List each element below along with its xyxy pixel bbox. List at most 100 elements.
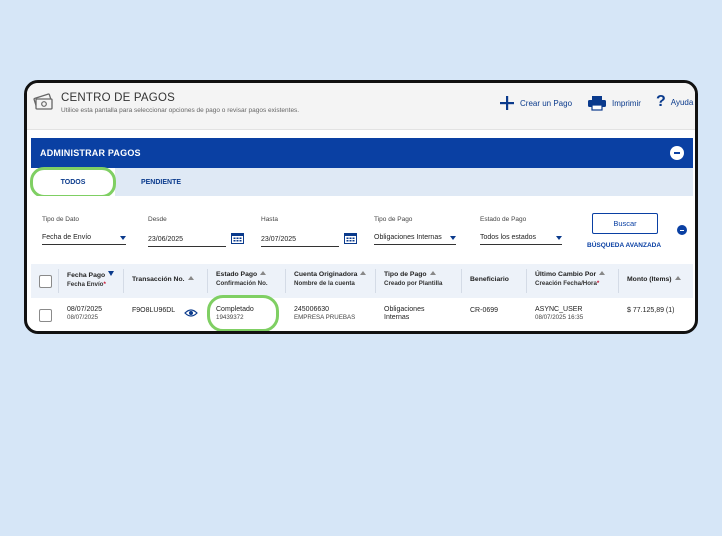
column-divider: [285, 269, 286, 293]
col-plantilla-label: Creado por Plantilla: [384, 280, 443, 287]
sort-icon: [429, 271, 436, 275]
cell-estado: Completado 19439372: [216, 306, 254, 321]
required-asterisk: *: [103, 281, 106, 288]
cuenta-value: 245006630: [294, 306, 330, 313]
cell-fecha-pago: 08/07/2025 08/07/2025: [67, 306, 102, 321]
column-divider: [526, 269, 527, 293]
table-row[interactable]: 08/07/2025 08/07/2025 F9O8LU96DL Complet…: [31, 298, 693, 331]
col-cuenta[interactable]: Cuenta Originadora Nombre de la cuenta: [294, 271, 367, 287]
advanced-search-link[interactable]: BÚSQUEDA AVANZADA: [587, 242, 661, 249]
col-monto[interactable]: Monto (Items): [627, 276, 681, 283]
page-subtitle: Utilice esta pantalla para seleccionar o…: [61, 107, 300, 114]
creacion-value: 08/07/2025 16:35: [535, 314, 584, 321]
cell-monto: $ 77.125,89 (1): [627, 307, 674, 314]
tab-todos[interactable]: TODOS: [31, 168, 115, 196]
fecha-envio-value: 08/07/2025: [67, 314, 98, 321]
data-type-select[interactable]: Fecha de Envío: [42, 232, 126, 245]
required-asterisk: *: [596, 280, 600, 287]
col-tipo-pago[interactable]: Tipo de Pago Creado por Plantilla: [384, 271, 442, 287]
col-estado-label: Estado Pago: [216, 271, 258, 278]
collapse-section-icon[interactable]: [670, 146, 684, 160]
sort-icon: [187, 276, 194, 280]
calendar-icon[interactable]: [344, 232, 357, 244]
tab-bar: TODOS PENDIENTE: [31, 168, 693, 196]
row-checkbox[interactable]: [39, 309, 52, 322]
confirmacion-value: 19439372: [216, 314, 244, 321]
payment-state-label: Estado de Pago: [480, 216, 527, 223]
from-date-value: 23/06/2025: [148, 236, 184, 243]
col-ultimo-cambio[interactable]: Último Cambio Por Creación Fecha/Hora*: [535, 271, 606, 287]
help-button[interactable]: ? Ayuda: [656, 93, 694, 110]
tab-pendiente[interactable]: PENDIENTE: [115, 168, 207, 196]
chevron-down-icon: [450, 236, 456, 240]
plus-icon: [500, 96, 514, 110]
cell-cuenta: 245006630 EMPRESA PRUEBAS: [294, 306, 355, 321]
calendar-icon[interactable]: [231, 232, 244, 244]
question-mark-icon: ?: [656, 93, 666, 110]
col-tipo-pago-label: Tipo de Pago: [384, 271, 427, 278]
sort-icon: [360, 271, 367, 275]
page-header: CENTRO DE PAGOS Utilice esta pantalla pa…: [27, 83, 695, 130]
col-beneficiario[interactable]: Beneficiario: [470, 276, 509, 283]
sort-icon: [674, 276, 681, 280]
column-divider: [375, 269, 376, 293]
payment-state-value: Todos los estados: [480, 234, 537, 241]
create-payment-label: Crear un Pago: [520, 98, 573, 108]
column-divider: [461, 269, 462, 293]
to-date-label: Hasta: [261, 216, 278, 223]
payment-state-select[interactable]: Todos los estados: [480, 232, 562, 245]
help-label: Ayuda: [670, 97, 694, 107]
column-divider: [58, 269, 59, 293]
cell-tipo-pago: Obligaciones Internas: [384, 306, 424, 321]
col-fecha-pago-label: Fecha Pago: [67, 272, 106, 279]
col-transaccion[interactable]: Transacción No.: [132, 276, 194, 283]
column-divider: [207, 269, 208, 293]
col-nombre-cuenta-label: Nombre de la cuenta: [294, 280, 355, 287]
to-date-input[interactable]: 23/07/2025: [261, 233, 357, 247]
col-fecha-envio-label: Fecha Envío: [67, 281, 104, 288]
beneficiario-value: CR-0699: [470, 307, 499, 314]
create-payment-button[interactable]: Crear un Pago: [499, 95, 572, 111]
column-divider: [123, 269, 124, 293]
select-all-checkbox[interactable]: [39, 275, 52, 288]
tipo-pago-value-line2: Internas: [384, 314, 410, 321]
transaccion-value: F9O8LU96DL: [132, 307, 176, 314]
col-transaccion-label: Transacción No.: [132, 276, 185, 283]
cell-beneficiario: CR-0699: [470, 307, 498, 314]
sort-icon: [599, 271, 606, 275]
print-label: Imprimir: [612, 98, 641, 108]
print-button[interactable]: Imprimir: [587, 95, 641, 111]
ultimo-cambio-value: ASYNC_USER: [535, 306, 583, 313]
from-date-label: Desde: [148, 216, 167, 223]
sort-desc-icon: [108, 271, 115, 276]
filter-bar: Tipo de Dato Fecha de Envío Desde 23/06/…: [31, 196, 693, 258]
from-date-input[interactable]: 23/06/2025: [148, 233, 244, 247]
data-type-value: Fecha de Envío: [42, 234, 92, 241]
printer-icon: [588, 96, 606, 111]
col-confirmacion-label: Confirmación No.: [216, 280, 268, 287]
to-date-value: 23/07/2025: [261, 236, 297, 243]
data-type-label: Tipo de Dato: [42, 216, 79, 223]
page-title: CENTRO DE PAGOS: [61, 92, 175, 104]
tipo-pago-value-line1: Obligaciones: [384, 306, 425, 313]
chevron-down-icon: [556, 236, 562, 240]
sort-icon: [260, 271, 267, 275]
estado-value: Completado: [216, 306, 254, 313]
eye-icon[interactable]: [184, 308, 198, 318]
search-button[interactable]: Buscar: [592, 213, 658, 234]
app-window: CENTRO DE PAGOS Utilice esta pantalla pa…: [24, 80, 698, 334]
section-banner: ADMINISTRAR PAGOS: [31, 138, 693, 168]
col-creacion-label: Creación Fecha/Hora: [535, 280, 597, 287]
payment-type-label: Tipo de Pago: [374, 216, 413, 223]
col-cuenta-label: Cuenta Originadora: [294, 271, 358, 278]
col-monto-label: Monto (Items): [627, 276, 672, 283]
chevron-down-icon: [120, 236, 126, 240]
section-title: ADMINISTRAR PAGOS: [40, 148, 141, 158]
monto-value: $ 77.125,89 (1): [627, 307, 675, 314]
payment-type-select[interactable]: Obligaciones Internas: [374, 232, 456, 245]
col-fecha-pago[interactable]: Fecha Pago Fecha Envío*: [67, 271, 115, 288]
payment-type-value: Obligaciones Internas: [374, 234, 442, 241]
collapse-filters-icon[interactable]: [677, 225, 687, 235]
col-estado-pago[interactable]: Estado Pago Confirmación No.: [216, 271, 268, 287]
col-ultimo-cambio-label: Último Cambio Por: [535, 271, 597, 278]
